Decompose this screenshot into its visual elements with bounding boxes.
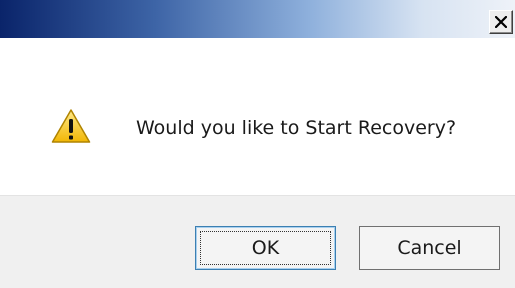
button-bar: OK Cancel	[0, 195, 515, 288]
dialog-content: Would you like to Start Recovery?	[0, 38, 515, 195]
dialog-message: Would you like to Start Recovery?	[136, 117, 457, 139]
focus-ring	[200, 231, 331, 265]
close-icon	[495, 16, 507, 28]
cancel-button[interactable]: Cancel	[359, 226, 500, 270]
warning-icon	[51, 109, 91, 143]
ok-button[interactable]: OK	[195, 226, 336, 270]
cancel-button-label: Cancel	[397, 237, 462, 259]
close-button[interactable]	[489, 10, 513, 34]
recovery-dialog: Would you like to Start Recovery? OK Can…	[0, 0, 515, 288]
title-bar[interactable]	[0, 0, 515, 38]
